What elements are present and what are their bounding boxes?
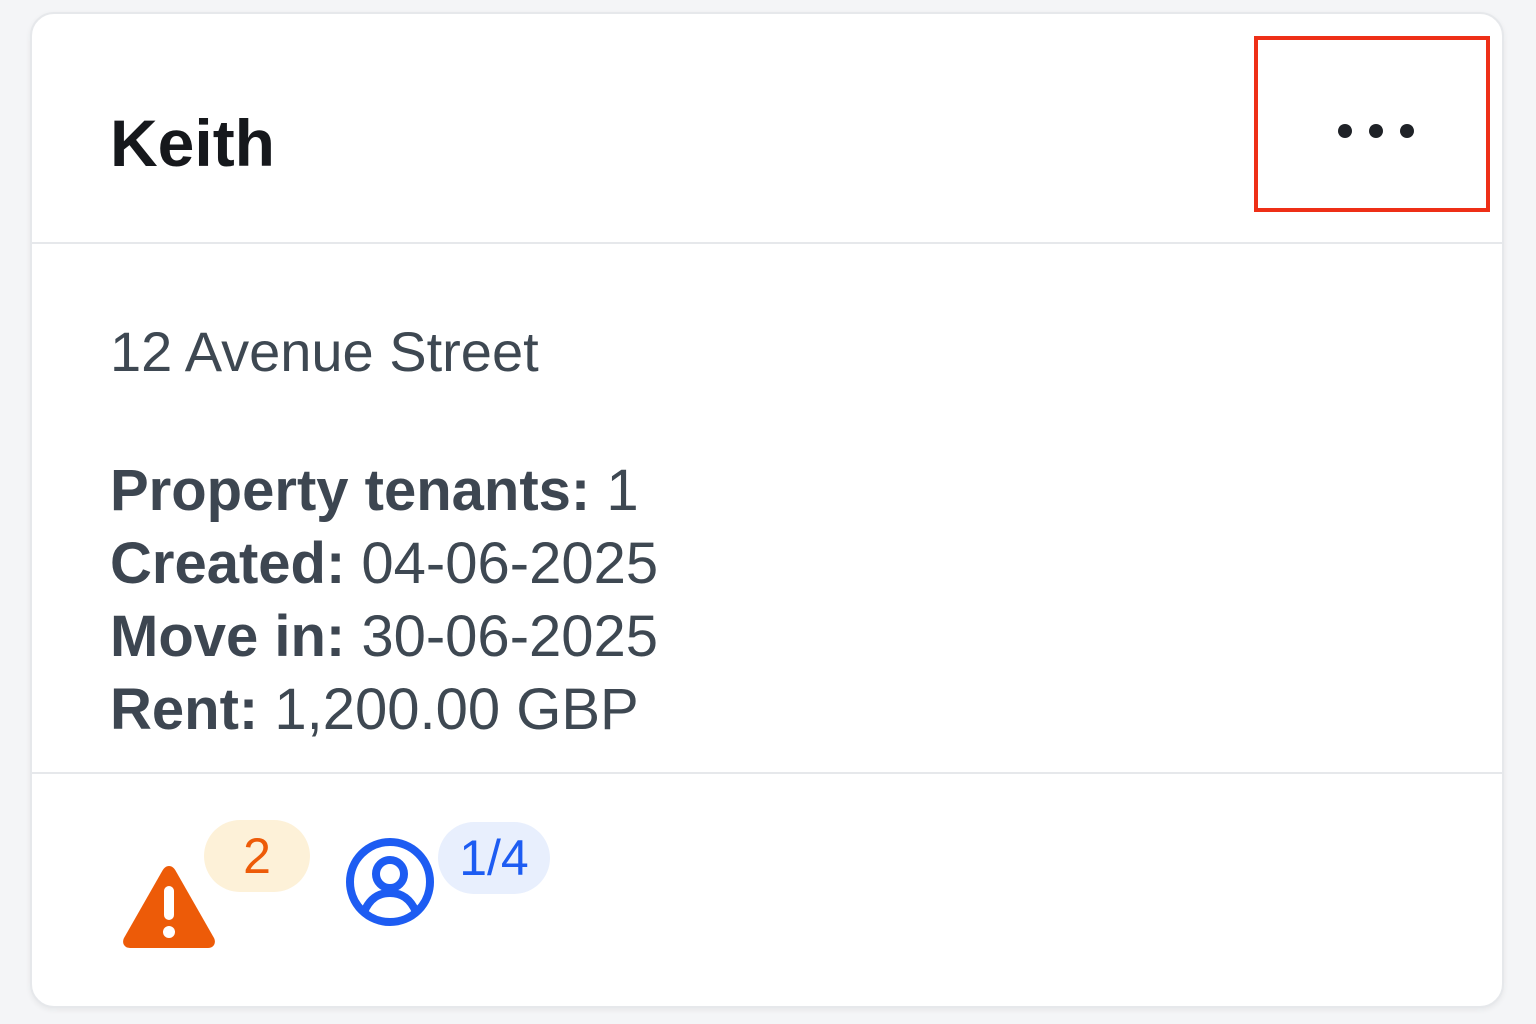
property-details: Property tenants: 1 Created: 04-06-2025 … — [110, 454, 658, 746]
property-card[interactable]: Keith 12 Avenue Street Property tenants:… — [30, 12, 1504, 1008]
detail-label: Rent: — [110, 677, 259, 742]
detail-value: 30-06-2025 — [345, 604, 659, 669]
card-body: 12 Avenue Street Property tenants: 1 Cre… — [32, 244, 1502, 774]
detail-value: 1 — [590, 458, 639, 523]
card-title: Keith — [110, 106, 275, 180]
detail-value: 04-06-2025 — [345, 531, 659, 596]
detail-label: Property tenants: — [110, 458, 591, 523]
user-circle-icon — [346, 838, 434, 926]
more-options-button[interactable] — [1254, 36, 1490, 212]
tenants-count-badge: 1/4 — [438, 822, 550, 894]
alerts-count-badge: 2 — [204, 820, 310, 892]
detail-label: Move in: — [110, 604, 346, 669]
card-header: Keith — [32, 14, 1502, 244]
property-address: 12 Avenue Street — [110, 320, 539, 383]
card-footer: 2 1/4 — [32, 774, 1502, 1008]
detail-row-tenants: Property tenants: 1 — [110, 454, 658, 527]
detail-label: Created: — [110, 531, 346, 596]
alerts-indicator[interactable]: 2 — [120, 812, 320, 948]
detail-row-created: Created: 04-06-2025 — [110, 527, 658, 600]
tenants-indicator[interactable]: 1/4 — [344, 812, 564, 932]
detail-row-rent: Rent: 1,200.00 GBP — [110, 673, 658, 746]
more-horizontal-icon — [1338, 124, 1414, 138]
warning-triangle-icon — [123, 866, 215, 948]
detail-value: 1,200.00 GBP — [258, 677, 639, 742]
detail-row-move-in: Move in: 30-06-2025 — [110, 600, 658, 673]
